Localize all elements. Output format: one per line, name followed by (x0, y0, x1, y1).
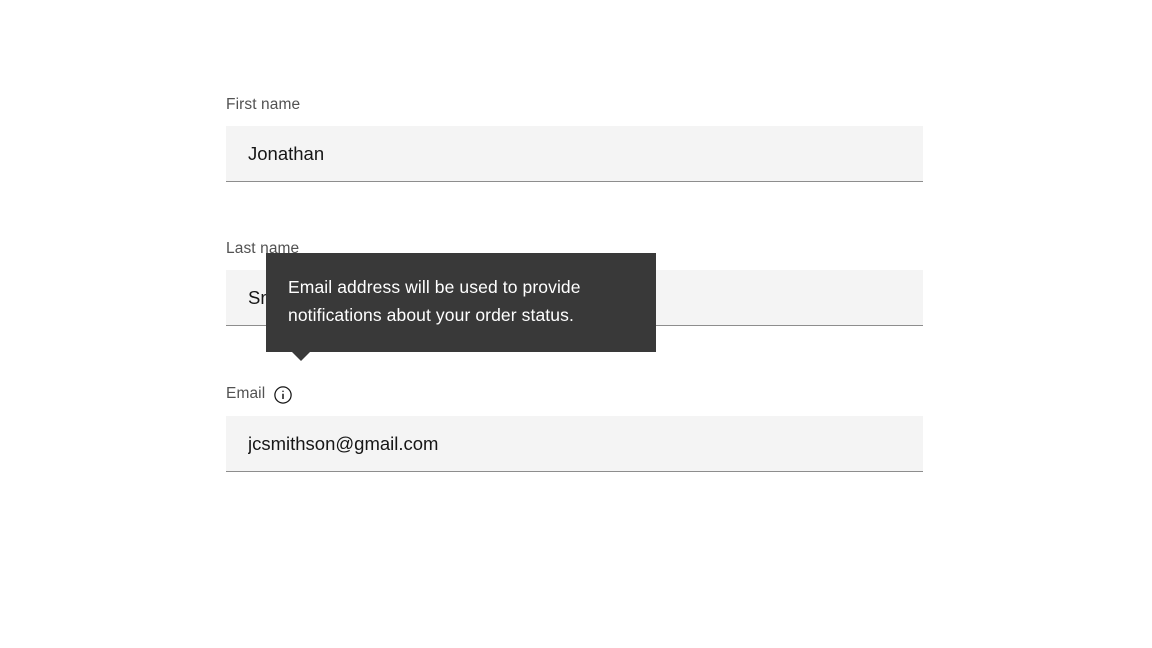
first-name-input[interactable] (226, 126, 923, 182)
email-input[interactable] (226, 416, 923, 472)
email-label: Email (226, 385, 265, 403)
first-name-label: First name (226, 96, 923, 114)
first-name-group: First name (226, 96, 923, 182)
email-tooltip: Email address will be used to provide no… (266, 253, 656, 352)
email-label-row: Email (226, 384, 923, 404)
info-icon[interactable] (273, 385, 293, 405)
email-group: Email (226, 384, 923, 472)
